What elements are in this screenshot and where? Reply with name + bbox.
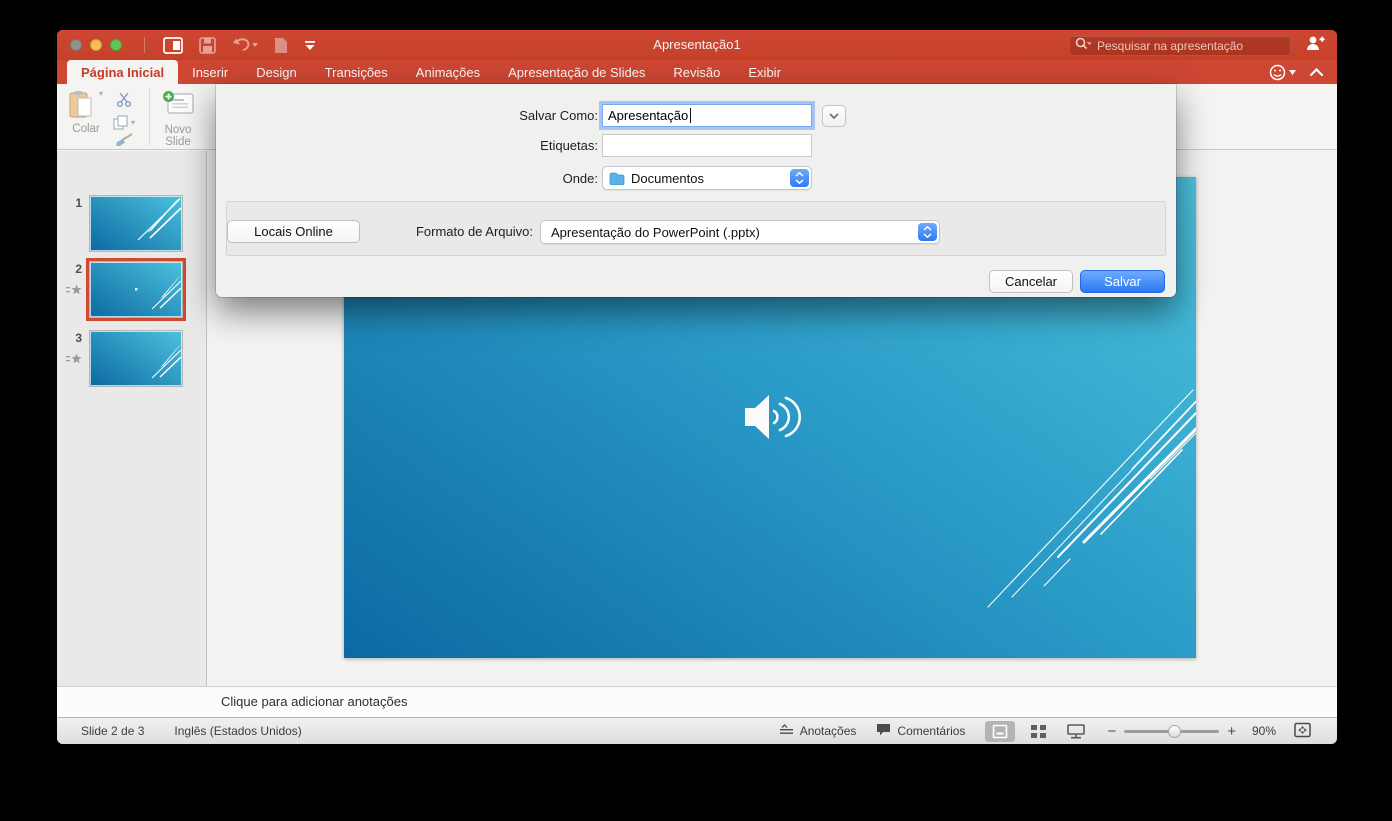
toolbar-divider — [144, 37, 145, 53]
slide-decor-lines — [151, 344, 182, 379]
tab-inserir[interactable]: Inserir — [178, 60, 242, 84]
slide-indicator: Slide 2 de 3 — [81, 724, 145, 738]
quick-access-toolbar — [144, 36, 316, 54]
transition-star-icon — [66, 352, 82, 370]
popup-stepper-icon — [790, 169, 809, 187]
copy-icon[interactable]: ▾ — [113, 115, 135, 130]
comments-icon — [876, 723, 891, 739]
language-indicator[interactable]: Inglês (Estados Unidos) — [174, 724, 301, 738]
file-format-popup[interactable]: Apresentação do PowerPoint (.pptx) — [540, 220, 940, 244]
new-slide-icon — [162, 90, 194, 121]
zoom-window-button[interactable] — [110, 39, 122, 51]
tab-revisao[interactable]: Revisão — [659, 60, 734, 84]
slide-thumbnail-panel: 1 2 3 — [57, 151, 207, 686]
tab-apresentacao-de-slides[interactable]: Apresentação de Slides — [494, 60, 659, 84]
presentation-search-field[interactable] — [1069, 35, 1291, 56]
where-popup[interactable]: Documentos — [602, 166, 812, 190]
screen-background: Apresentação1 Página Inicial Inserir Des… — [0, 0, 1392, 821]
new-slide-button[interactable]: Novo Slide — [160, 84, 196, 149]
save-icon[interactable] — [199, 36, 216, 54]
normal-view-button[interactable] — [985, 720, 1016, 742]
slide-number: 2 — [75, 262, 82, 276]
tab-transicoes[interactable]: Transições — [311, 60, 402, 84]
expand-dialog-button[interactable] — [822, 105, 846, 127]
slideshow-view-button[interactable] — [1061, 721, 1091, 742]
notes-toggle[interactable]: Anotações — [779, 723, 857, 739]
format-painter-icon[interactable] — [115, 133, 133, 152]
share-add-people-icon[interactable] — [1305, 35, 1325, 56]
clipboard-icon — [69, 91, 92, 118]
slide-sorter-view-button[interactable] — [1023, 721, 1053, 742]
notes-pane[interactable]: Clique para adicionar anotações — [57, 686, 1337, 717]
print-document-icon — [274, 37, 288, 54]
slide-thumbnail-2-selected[interactable] — [86, 258, 186, 321]
transition-star-icon — [66, 283, 82, 301]
notes-toggle-label: Anotações — [799, 724, 857, 738]
cut-scissors-icon[interactable] — [116, 92, 132, 112]
paste-label: Colar — [72, 123, 100, 135]
comments-toggle-label: Comentários — [897, 724, 966, 738]
traffic-lights — [70, 39, 122, 51]
where-label: Onde: — [562, 171, 598, 186]
ribbon-tab-row: Página Inicial Inserir Design Transições… — [57, 60, 1337, 84]
notes-icon — [779, 723, 794, 739]
search-input[interactable] — [1095, 37, 1285, 54]
titlebar: Apresentação1 — [57, 30, 1337, 60]
fit-slide-to-window-icon[interactable] — [1294, 722, 1311, 741]
powerpoint-window: Apresentação1 Página Inicial Inserir Des… — [57, 30, 1337, 744]
new-slide-label: Novo Slide — [164, 124, 192, 148]
folder-icon — [609, 172, 625, 185]
slide-number: 3 — [75, 331, 82, 345]
comments-toggle[interactable]: Comentários — [876, 723, 965, 739]
online-locations-label: Locais Online — [254, 224, 333, 239]
window-title: Apresentação1 — [653, 37, 741, 52]
new-presentation-icon[interactable] — [163, 36, 183, 54]
tab-design[interactable]: Design — [242, 60, 310, 84]
save-as-dialog: Salvar Como: Etiquetas: Onde: Documentos — [216, 84, 1176, 297]
slide-number: 1 — [75, 196, 82, 210]
zoom-level[interactable]: 90% — [1252, 724, 1276, 738]
status-bar: Slide 2 de 3 Inglês (Estados Unidos) Ano… — [57, 717, 1337, 744]
slide-decor-lines — [135, 275, 182, 310]
tab-exibir[interactable]: Exibir — [734, 60, 795, 84]
cancel-button[interactable]: Cancelar — [989, 270, 1073, 293]
zoom-slider[interactable] — [1124, 724, 1220, 738]
popup-stepper-icon — [918, 223, 937, 241]
paste-button[interactable]: ▾ Colar — [69, 84, 103, 149]
slide-thumbnail-1[interactable] — [89, 195, 183, 252]
chevron-down-icon — [829, 113, 839, 119]
text-caret — [690, 108, 691, 123]
feedback-smiley-icon[interactable] — [1269, 64, 1296, 81]
file-format-value: Apresentação do PowerPoint (.pptx) — [551, 224, 760, 240]
zoom-out-button[interactable]: − — [1107, 724, 1116, 739]
audio-speaker-icon[interactable] — [738, 391, 802, 448]
save-button-label: Salvar — [1104, 274, 1141, 289]
minimize-window-button[interactable] — [90, 39, 102, 51]
tab-animacoes[interactable]: Animações — [402, 60, 494, 84]
tab-pagina-inicial[interactable]: Página Inicial — [67, 60, 179, 84]
search-icon — [1075, 37, 1092, 55]
zoom-slider-knob[interactable] — [1168, 724, 1182, 738]
save-as-label: Salvar Como: — [519, 108, 598, 123]
tags-label: Etiquetas: — [540, 138, 598, 153]
where-value: Documentos — [631, 170, 704, 186]
ribbon-group-divider — [149, 88, 151, 145]
undo-icon[interactable] — [232, 37, 258, 53]
toolbar-options-icon[interactable] — [304, 40, 316, 51]
collapse-ribbon-icon[interactable] — [1309, 63, 1324, 81]
filename-input[interactable] — [602, 104, 812, 127]
online-locations-button[interactable]: Locais Online — [227, 220, 360, 243]
notes-placeholder: Clique para adicionar anotações — [221, 694, 408, 709]
slide-decor-lines — [137, 197, 182, 241]
cancel-button-label: Cancelar — [1004, 274, 1058, 289]
save-button[interactable]: Salvar — [1080, 270, 1165, 293]
tags-input[interactable] — [602, 134, 812, 157]
zoom-in-button[interactable]: + — [1227, 724, 1236, 739]
file-format-label: Formato de Arquivo: — [415, 224, 533, 239]
slide-thumbnail-3[interactable] — [89, 330, 183, 387]
close-window-button[interactable] — [70, 39, 82, 51]
